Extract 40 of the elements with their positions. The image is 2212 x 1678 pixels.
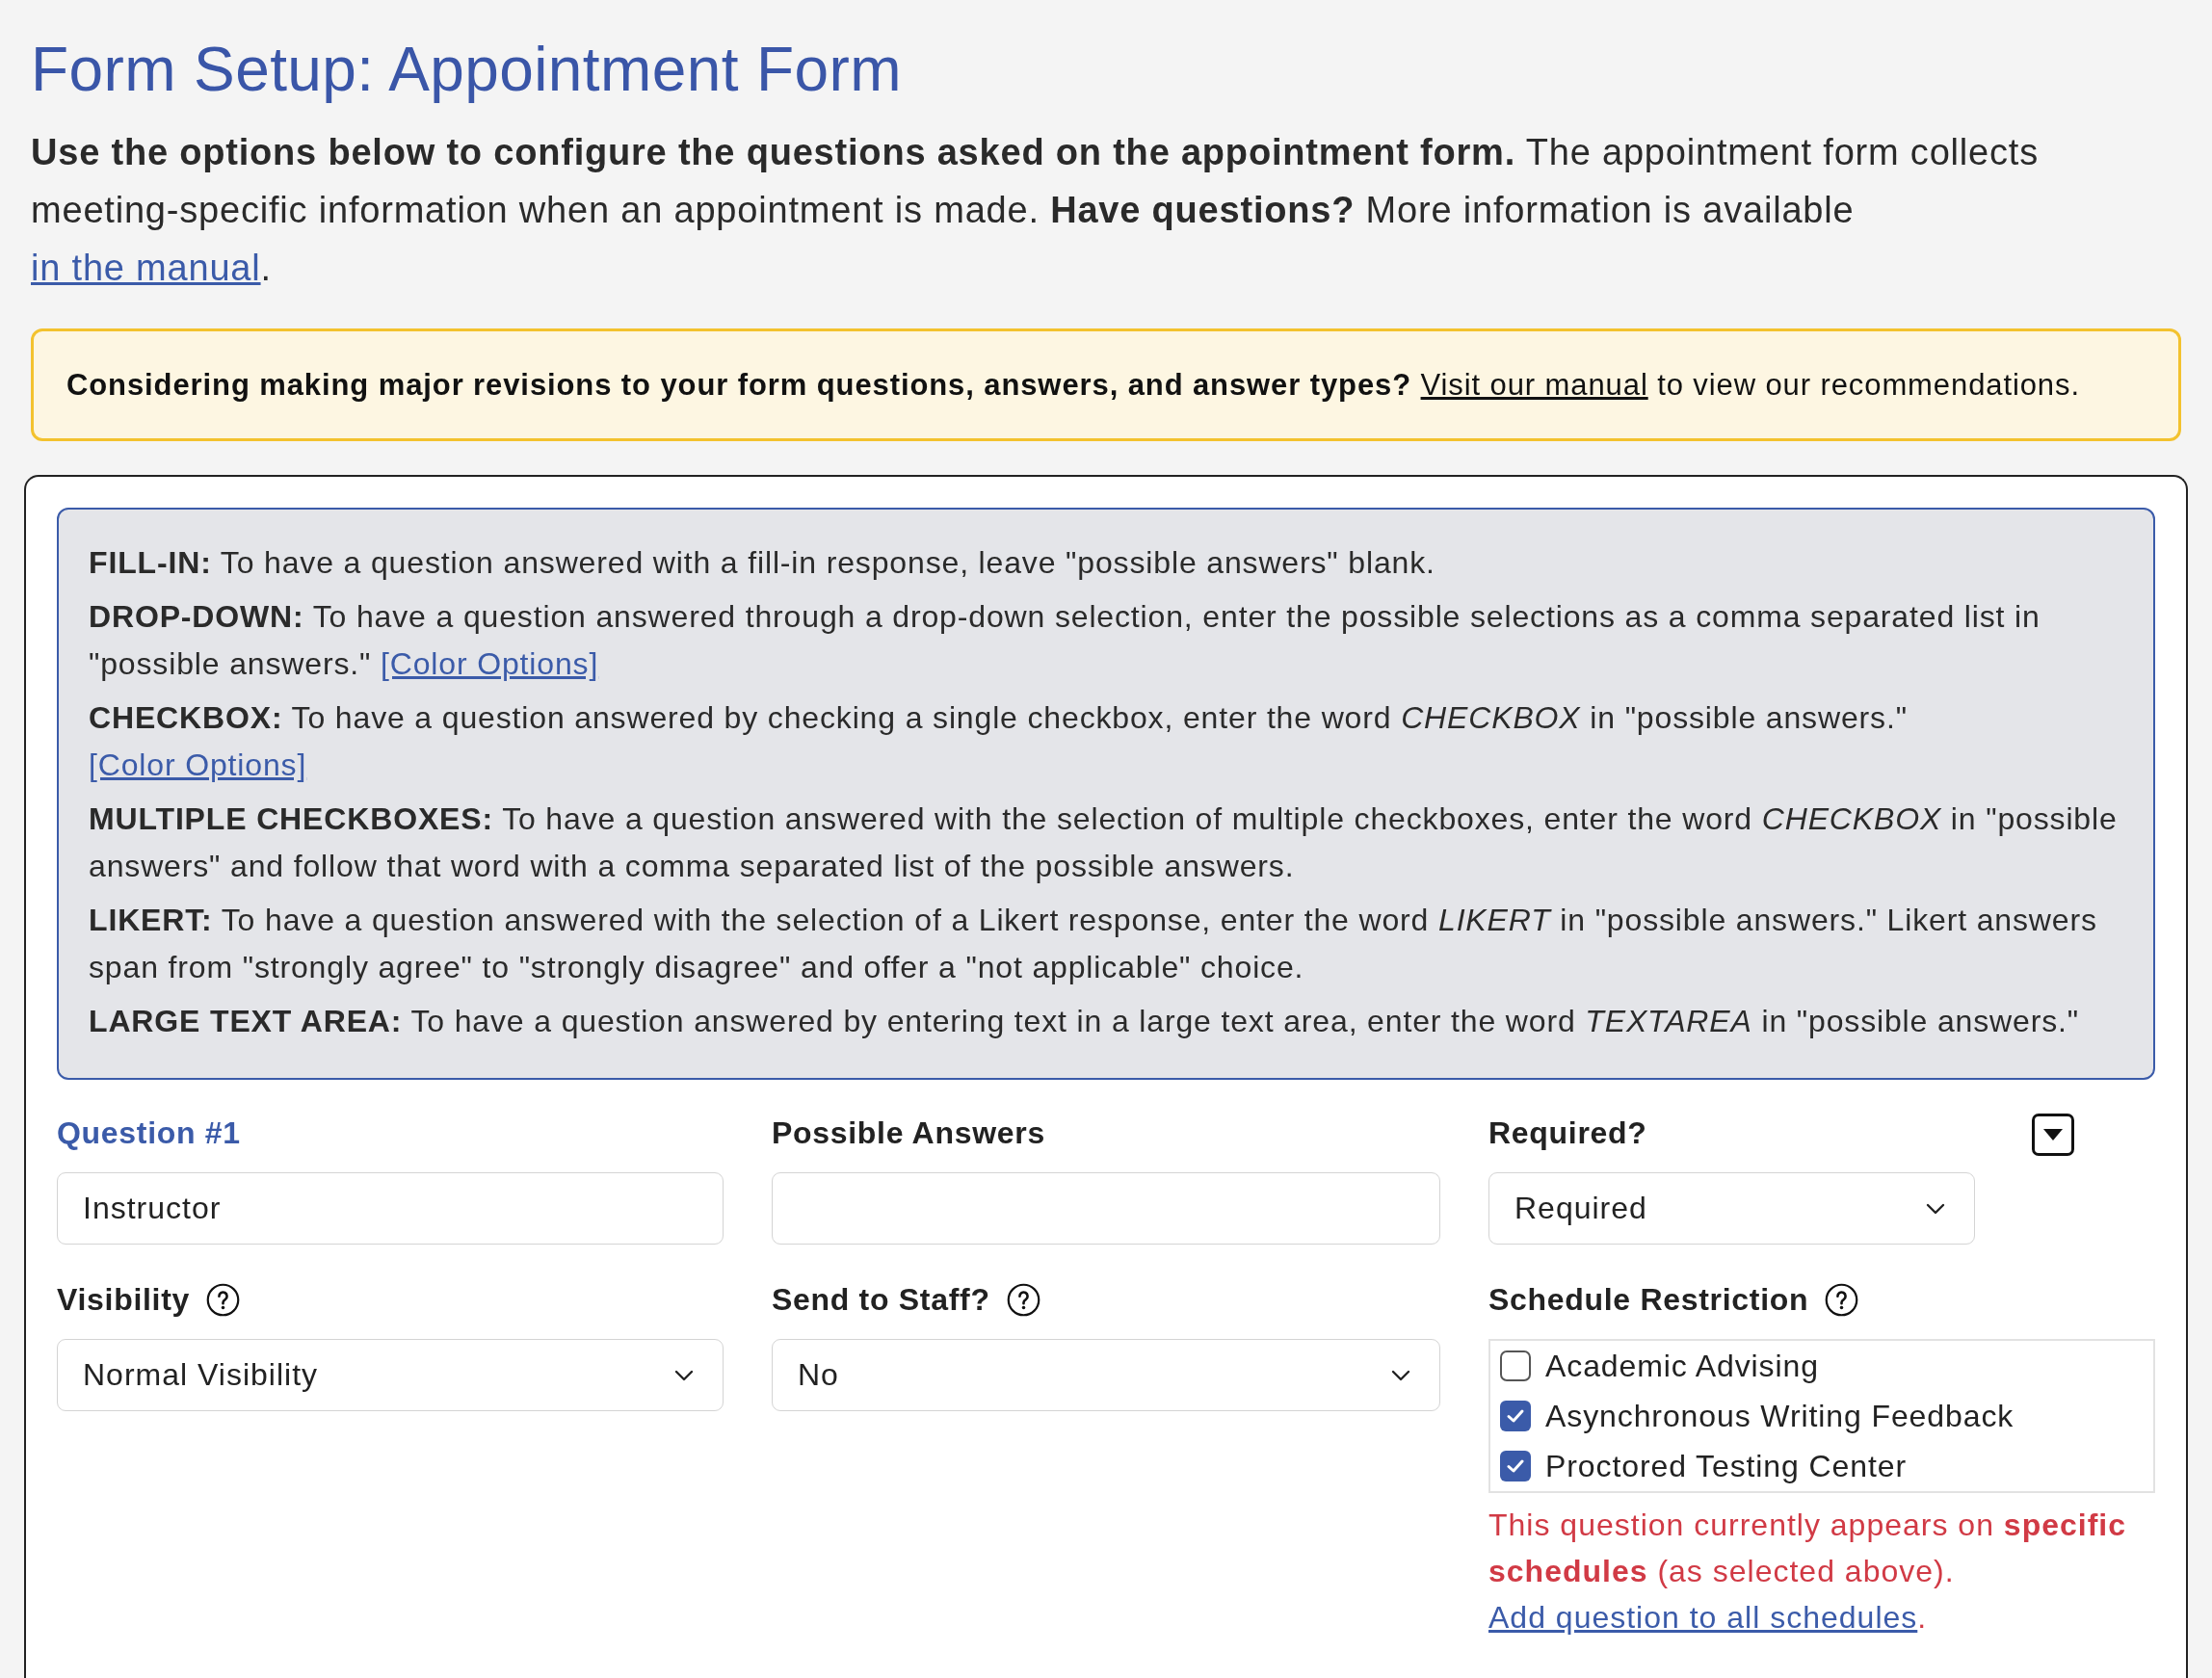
manual-link[interactable]: Visit our manual [1420,367,1648,402]
text-input[interactable] [772,1172,1440,1245]
color-options-link[interactable]: [Color Options] [89,747,307,782]
select-dropdown[interactable]: Normal Visibility [57,1339,724,1411]
field-label: Schedule Restriction [1488,1281,1809,1318]
page-title: Form Setup: Appointment Form [31,34,903,105]
field-label: Question #1 [57,1114,241,1151]
checkbox[interactable] [1500,1451,1531,1481]
manual-link[interactable]: in the manual [31,248,261,288]
help-icon[interactable] [206,1282,240,1317]
answer-type-description: LARGE TEXT AREA: To have a question answered by entering text in a large text area, enter the word TEXTAREA in "possible answers." [89,1003,2080,1040]
triangle-down-icon [2043,1129,2063,1141]
checkbox[interactable] [1500,1401,1531,1431]
color-options-link[interactable]: [Color Options] [380,646,599,681]
select-dropdown[interactable]: No [772,1339,1440,1411]
text-input[interactable]: Instructor [57,1172,724,1245]
checkbox-label[interactable]: Academic Advising [1545,1348,1819,1384]
checkbox-label[interactable]: Asynchronous Writing Feedback [1545,1398,2014,1434]
field-label: Send to Staff? [772,1281,990,1318]
notice-text: Considering making major revisions to your form questions, answers, and answer types? Visit our manual to view our recommendations. [66,367,2080,403]
answer-type-description: DROP-DOWN: To have a question answered through a drop-down selection, enter the possible selections as a comma separated list in "possible answers." [Color Options] [89,598,2041,683]
help-icon[interactable] [1825,1282,1859,1317]
chevron-down-icon [1926,1202,1945,1215]
field-label: Possible Answers [772,1114,1045,1151]
help-icon[interactable] [1006,1282,1040,1317]
answer-type-description: FILL-IN: To have a question answered with a fill-in response, leave "possible answers" blank. [89,544,1436,582]
schedule-note: This question currently appears on specific schedules (as selected above). Add question to all schedules. [1488,1507,2127,1637]
intro-paragraph: Use the options below to configure the questions asked on the appointment form. The appointment form collects meeting-specific information when an appointment is made. Have questions? More information is available in the manual. [31,131,2040,290]
toggle-button[interactable] [2032,1114,2074,1156]
checkbox[interactable] [1500,1350,1531,1381]
add-question-link[interactable]: Add question to all schedules [1488,1600,1918,1635]
chevron-down-icon [1391,1369,1410,1381]
answer-type-description: CHECKBOX: To have a question answered by checking a single checkbox, enter the word CHECKBOX in "possible answers." [Color Options] [89,699,1909,784]
answer-type-description: LIKERT: To have a question answered with the selection of a Likert response, enter the word LIKERT in "possible answers." Likert answers span from "strongly agree" to "strongly disagree" and offer a "not applicable" choice. [89,902,2098,986]
select-dropdown[interactable]: Required [1488,1172,1975,1245]
checkbox-label[interactable]: Proctored Testing Center [1545,1448,1907,1484]
chevron-down-icon [674,1369,694,1381]
answer-type-description: MULTIPLE CHECKBOXES: To have a question answered with the selection of multiple checkboxes, enter the word CHECKBOX in "possible answers" and follow that word with a comma separated list of the possible answers. [89,800,2119,885]
field-label: Visibility [57,1281,190,1318]
field-label: Required? [1488,1114,1647,1151]
